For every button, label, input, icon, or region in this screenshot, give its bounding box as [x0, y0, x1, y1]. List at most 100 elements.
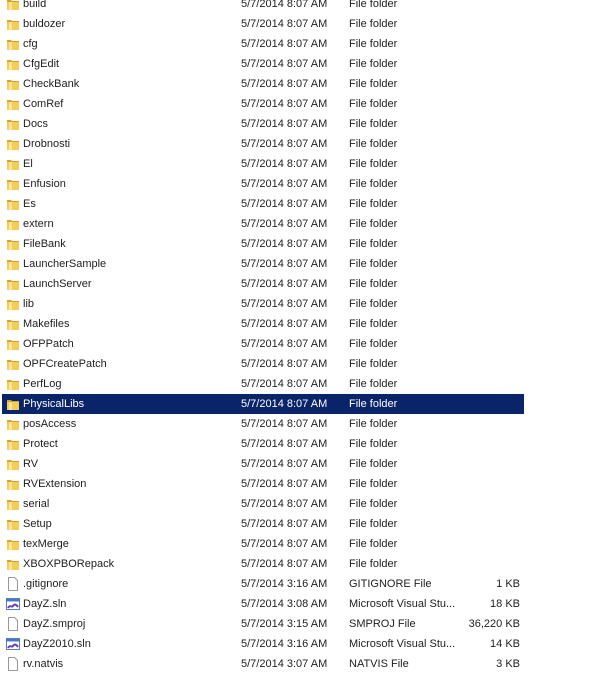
file-date: 5/7/2014 8:07 AM [241, 478, 328, 490]
file-row[interactable]: Docs 5/7/2014 8:07 AM File folder [0, 114, 590, 134]
folder-icon [6, 417, 20, 431]
file-type: File folder [349, 138, 398, 150]
file-name: PhysicalLibs [23, 398, 85, 410]
file-row[interactable]: FileBank 5/7/2014 8:07 AM File folder [0, 234, 590, 254]
file-type: File folder [349, 438, 398, 450]
file-row[interactable]: OPFCreatePatch 5/7/2014 8:07 AM File folde… [0, 354, 590, 374]
file-type: File folder [349, 158, 398, 170]
file-icon [6, 657, 20, 671]
file-name: PerfLog [23, 378, 62, 390]
file-date: 5/7/2014 8:07 AM [241, 458, 328, 470]
file-row[interactable]: LaunchServer 5/7/2014 8:07 AM File folder [0, 274, 590, 294]
file-row[interactable]: RVExtension 5/7/2014 8:07 AM File folder [0, 474, 590, 494]
file-row[interactable]: Makefiles 5/7/2014 8:07 AM File folder [0, 314, 590, 334]
file-row[interactable]: DayZ2010.sln 5/7/2014 3:16 AM Microsoft Vi… [0, 634, 590, 654]
file-name: OFPPatch [23, 338, 74, 350]
file-type: GITIGNORE File [349, 578, 432, 590]
folder-icon [6, 137, 20, 151]
folder-icon [6, 457, 20, 471]
file-row[interactable]: cfg 5/7/2014 8:07 AM File folder [0, 34, 590, 54]
file-name: XBOXPBORepack [23, 558, 115, 570]
file-date: 5/7/2014 3:07 AM [241, 658, 328, 670]
file-name: texMerge [23, 538, 69, 550]
file-row[interactable]: .gitignore 5/7/2014 3:16 AM GITIGNORE File… [0, 574, 590, 594]
folder-icon [6, 517, 20, 531]
file-type: File folder [349, 478, 398, 490]
file-type: File folder [349, 378, 398, 390]
file-row[interactable]: Drobnosti 5/7/2014 8:07 AM File folder [0, 134, 590, 154]
file-row[interactable]: CheckBank 5/7/2014 8:07 AM File folder [0, 74, 590, 94]
file-row[interactable]: lib 5/7/2014 8:07 AM File folder [0, 294, 590, 314]
file-row[interactable]: OFPPatch 5/7/2014 8:07 AM File folder [0, 334, 590, 354]
file-date: 5/7/2014 8:07 AM [241, 58, 328, 70]
file-date: 5/7/2014 8:07 AM [241, 418, 328, 430]
file-name: .gitignore [23, 578, 69, 590]
file-date: 5/7/2014 8:07 AM [241, 538, 328, 550]
file-type: NATVIS File [349, 658, 409, 670]
file-name: CfgEdit [23, 58, 60, 70]
file-row[interactable]: posAccess 5/7/2014 8:07 AM File folder [0, 414, 590, 434]
file-row[interactable]: buldozer 5/7/2014 8:07 AM File folder [0, 14, 590, 34]
file-date: 5/7/2014 8:07 AM [241, 318, 328, 330]
file-type: File folder [349, 498, 398, 510]
folder-icon [6, 357, 20, 371]
file-name: lib [23, 298, 35, 310]
file-date: 5/7/2014 8:07 AM [241, 338, 328, 350]
file-type: Microsoft Visual Stu... [349, 638, 456, 650]
file-name: DayZ.smproj [23, 618, 86, 630]
file-row[interactable]: Es 5/7/2014 8:07 AM File folder [0, 194, 590, 214]
file-type: File folder [349, 358, 398, 370]
file-name: Protect [23, 438, 58, 450]
file-date: 5/7/2014 8:07 AM [241, 18, 328, 30]
file-name: Makefiles [23, 318, 70, 330]
file-row[interactable]: extern 5/7/2014 8:07 AM File folder [0, 214, 590, 234]
file-name: LauncherSample [23, 258, 107, 270]
file-row[interactable]: Enfusion 5/7/2014 8:07 AM File folder [0, 174, 590, 194]
folder-icon [6, 557, 20, 571]
file-row[interactable]: Protect 5/7/2014 8:07 AM File folder [0, 434, 590, 454]
file-row[interactable]: build 5/7/2014 8:07 AM File folder [0, 0, 590, 14]
file-type: File folder [349, 278, 398, 290]
file-row[interactable]: PhysicalLibs 5/7/2014 8:07 AM File folder [0, 394, 590, 414]
folder-icon [6, 197, 20, 211]
file-type: File folder [349, 58, 398, 70]
file-date: 5/7/2014 8:07 AM [241, 98, 328, 110]
file-row[interactable]: CfgEdit 5/7/2014 8:07 AM File folder [0, 54, 590, 74]
file-row[interactable]: DayZ.sln 5/7/2014 3:08 AM Microsoft Visual… [0, 594, 590, 614]
file-row[interactable]: ComRef 5/7/2014 8:07 AM File folder [0, 94, 590, 114]
file-type: Microsoft Visual Stu... [349, 598, 456, 610]
file-date: 5/7/2014 8:07 AM [241, 278, 328, 290]
file-type: File folder [349, 78, 398, 90]
file-type: File folder [349, 318, 398, 330]
file-row[interactable]: texMerge 5/7/2014 8:07 AM File folder [0, 534, 590, 554]
folder-icon [6, 477, 20, 491]
file-name: FileBank [23, 238, 66, 250]
file-name: ComRef [23, 98, 64, 110]
folder-icon [6, 437, 20, 451]
file-row[interactable]: serial 5/7/2014 8:07 AM File folder [0, 494, 590, 514]
visual-studio-solution-icon [6, 637, 20, 651]
folder-icon [6, 297, 20, 311]
file-row[interactable]: DayZ.smproj 5/7/2014 3:15 AM SMPROJ File 36… [0, 614, 590, 634]
file-date: 5/7/2014 8:07 AM [241, 438, 328, 450]
file-date: 5/7/2014 8:07 AM [241, 258, 328, 270]
file-row[interactable]: El 5/7/2014 8:07 AM File folder [0, 154, 590, 174]
file-date: 5/7/2014 8:07 AM [241, 218, 328, 230]
file-size: 1 KB [496, 578, 520, 590]
file-type: File folder [349, 298, 398, 310]
file-row[interactable]: XBOXPBORepack 5/7/2014 8:07 AM File folder [0, 554, 590, 574]
file-row[interactable]: rv.natvis 5/7/2014 3:07 AM NATVIS File 3 KB [0, 654, 590, 674]
file-row[interactable]: RV 5/7/2014 8:07 AM File folder [0, 454, 590, 474]
file-name: DayZ2010.sln [23, 638, 91, 650]
file-name: Drobnosti [23, 138, 71, 150]
file-date: 5/7/2014 3:16 AM [241, 578, 328, 590]
file-row[interactable]: Setup 5/7/2014 8:07 AM File folder [0, 514, 590, 534]
file-row[interactable]: LauncherSample 5/7/2014 8:07 AM File folde… [0, 254, 590, 274]
file-name: build [23, 0, 47, 10]
file-name: El [23, 158, 33, 170]
file-row[interactable]: PerfLog 5/7/2014 8:07 AM File folder [0, 374, 590, 394]
folder-icon [6, 37, 20, 51]
file-type: File folder [349, 178, 398, 190]
file-date: 5/7/2014 8:07 AM [241, 158, 328, 170]
file-date: 5/7/2014 3:08 AM [241, 598, 328, 610]
